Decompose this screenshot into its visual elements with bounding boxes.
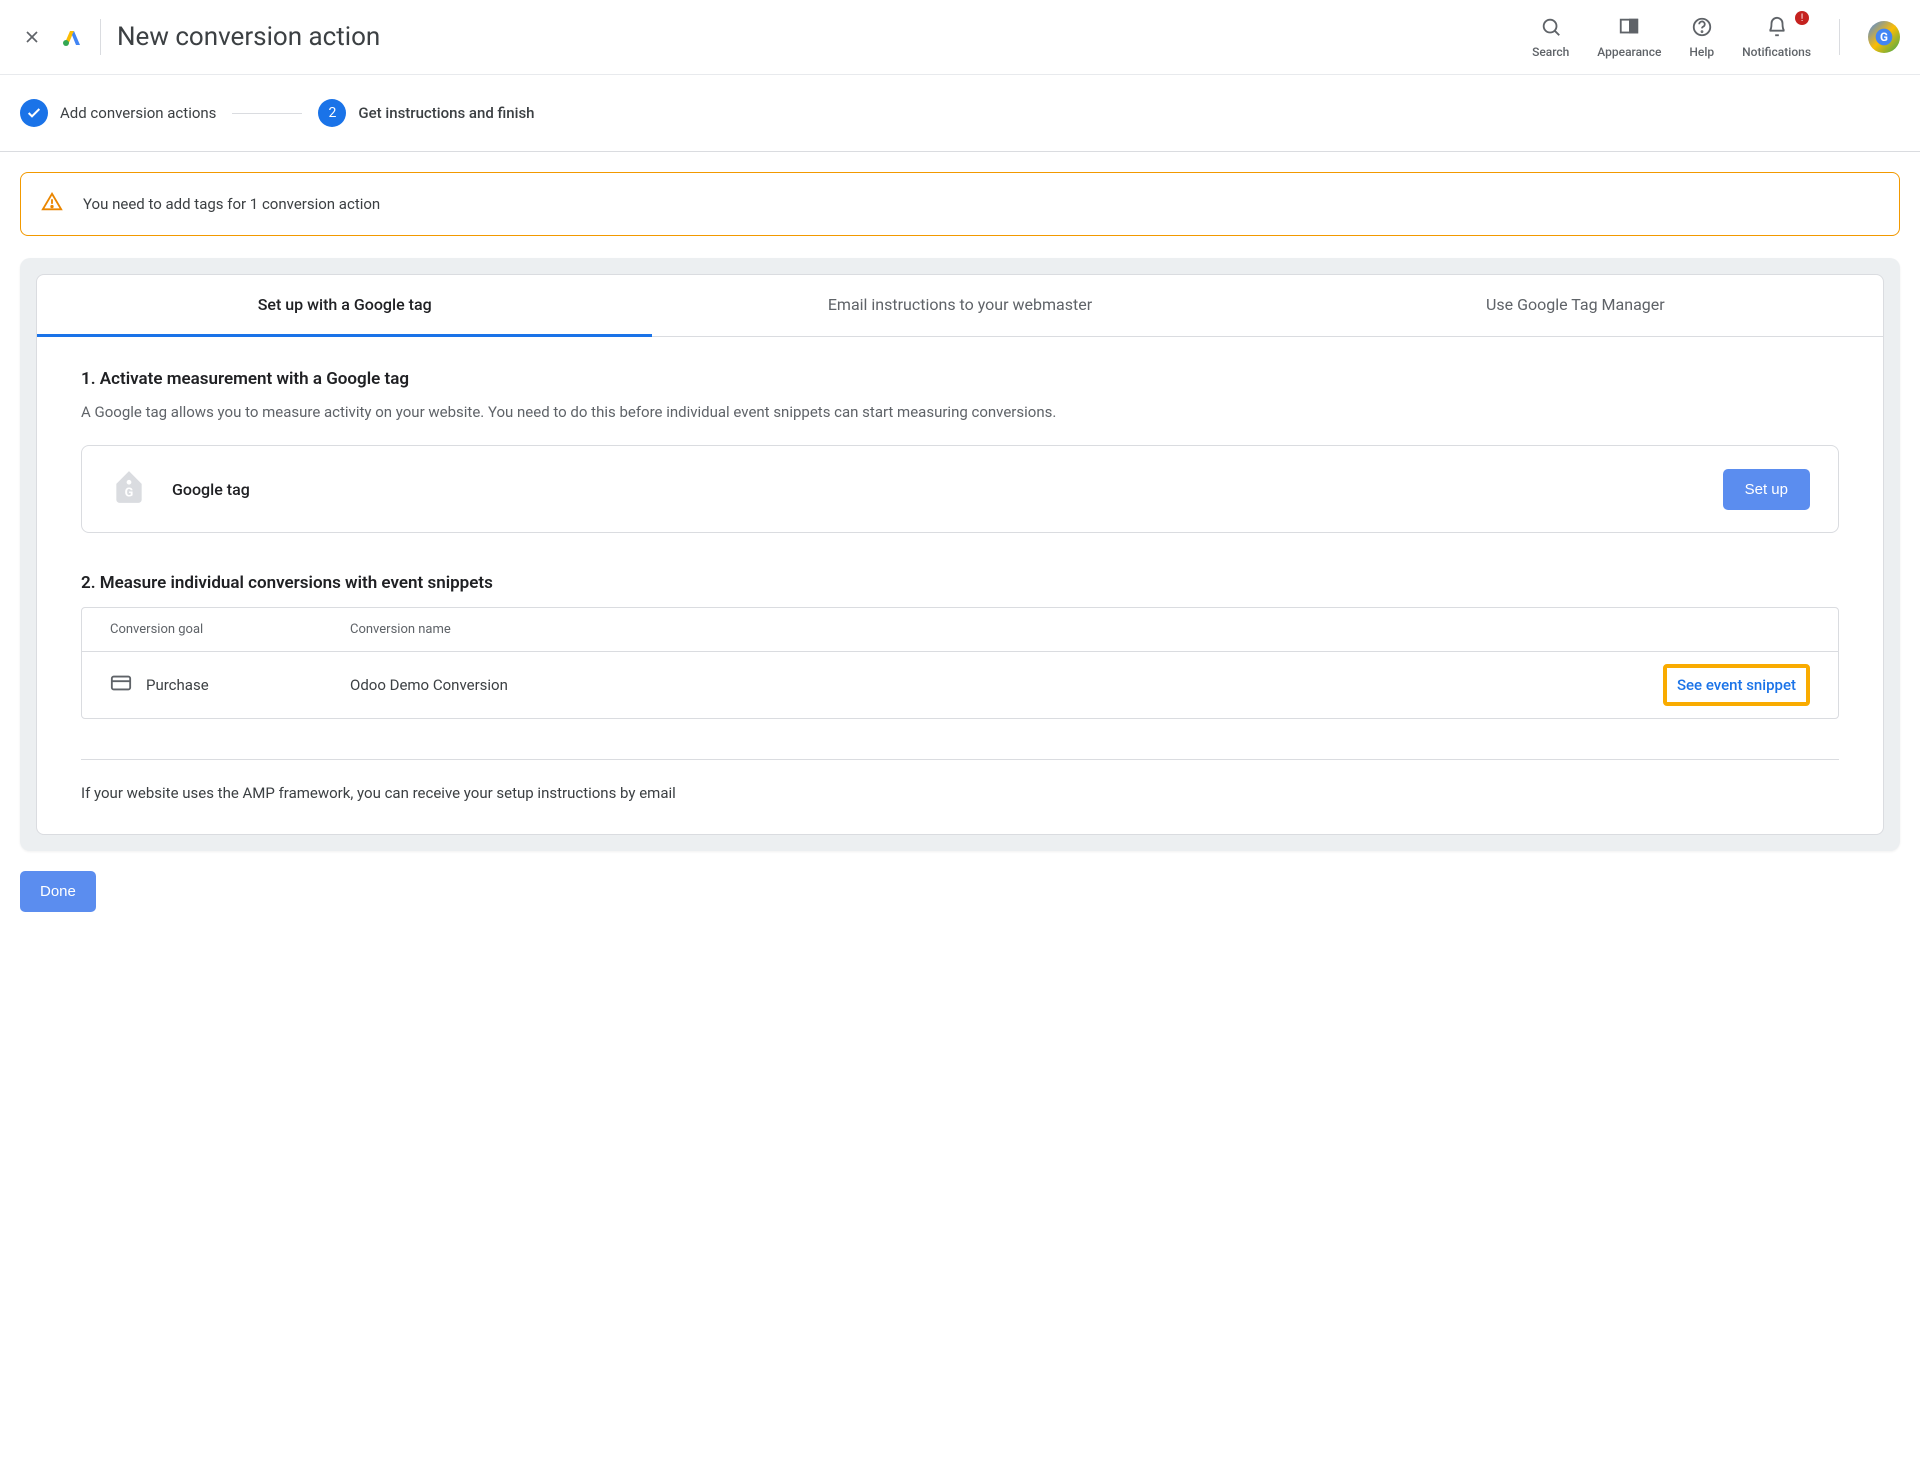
search-label: Search	[1532, 45, 1569, 59]
goal-text: Purchase	[146, 676, 209, 694]
close-button[interactable]	[20, 25, 44, 49]
user-avatar[interactable]: G	[1868, 21, 1900, 53]
avatar-icon: G	[1874, 27, 1894, 47]
td-goal: Purchase	[110, 672, 350, 698]
tab-gtm[interactable]: Use Google Tag Manager	[1268, 275, 1883, 336]
content: You need to add tags for 1 conversion ac…	[0, 152, 1920, 932]
done-button[interactable]: Done	[20, 871, 96, 912]
check-icon	[26, 105, 42, 121]
tab-email[interactable]: Email instructions to your webmaster	[652, 275, 1267, 336]
amp-note: If your website uses the AMP framework, …	[81, 784, 1839, 802]
search-action[interactable]: Search	[1532, 15, 1569, 59]
tabs: Set up with a Google tag Email instructi…	[37, 275, 1883, 337]
help-action[interactable]: Help	[1689, 15, 1714, 59]
td-name: Odoo Demo Conversion	[350, 676, 1663, 694]
tab-google-tag[interactable]: Set up with a Google tag	[37, 275, 652, 337]
tag-icon: G	[110, 468, 148, 510]
header: New conversion action Search Appearance …	[0, 0, 1920, 75]
alert-banner: You need to add tags for 1 conversion ac…	[20, 172, 1900, 236]
stepper: Add conversion actions 2 Get instruction…	[0, 75, 1920, 152]
svg-text:G: G	[1880, 30, 1888, 44]
step-2-circle: 2	[318, 99, 346, 127]
credit-card-icon	[110, 672, 132, 698]
help-label: Help	[1689, 45, 1714, 59]
divider	[100, 19, 101, 55]
step-1[interactable]: Add conversion actions	[20, 99, 216, 127]
notifications-action[interactable]: ! Notifications	[1742, 15, 1811, 59]
see-event-snippet-link[interactable]: See event snippet	[1663, 664, 1810, 706]
google-ads-logo-icon	[60, 25, 84, 49]
setup-button[interactable]: Set up	[1723, 469, 1810, 510]
table-row: Purchase Odoo Demo Conversion See event …	[82, 652, 1838, 718]
step-1-label: Add conversion actions	[60, 104, 216, 122]
section-1-desc: A Google tag allows you to measure activ…	[81, 403, 1839, 421]
step-connector	[232, 113, 302, 114]
header-right: Search Appearance Help ! Notifications G	[1532, 15, 1900, 59]
notification-badge: !	[1795, 11, 1809, 25]
conversions-table: Conversion goal Conversion name Purchase…	[81, 607, 1839, 719]
step-2: 2 Get instructions and finish	[318, 99, 534, 127]
table-header: Conversion goal Conversion name	[82, 608, 1838, 652]
alert-text: You need to add tags for 1 conversion ac…	[83, 195, 380, 213]
step-2-label: Get instructions and finish	[358, 104, 534, 122]
notifications-label: Notifications	[1742, 45, 1811, 59]
td-action: See event snippet	[1663, 676, 1810, 694]
divider	[81, 759, 1839, 760]
google-tag-box: G Google tag Set up	[81, 445, 1839, 533]
th-goal: Conversion goal	[110, 622, 350, 637]
appearance-label: Appearance	[1597, 45, 1661, 59]
section-1-title: 1. Activate measurement with a Google ta…	[81, 369, 1839, 389]
search-icon	[1539, 15, 1563, 39]
th-name: Conversion name	[350, 622, 1810, 637]
close-icon	[22, 27, 42, 47]
bell-icon	[1765, 15, 1789, 39]
warning-icon	[41, 191, 63, 217]
appearance-action[interactable]: Appearance	[1597, 15, 1661, 59]
page-title: New conversion action	[117, 22, 380, 52]
card-body: 1. Activate measurement with a Google ta…	[37, 337, 1883, 834]
google-tag-label: Google tag	[172, 480, 250, 499]
appearance-icon	[1617, 15, 1641, 39]
header-left: New conversion action	[20, 19, 380, 55]
step-1-circle	[20, 99, 48, 127]
help-icon	[1690, 15, 1714, 39]
main-card: Set up with a Google tag Email instructi…	[36, 274, 1884, 835]
card-outer: Set up with a Google tag Email instructi…	[20, 258, 1900, 851]
svg-text:G: G	[125, 486, 134, 501]
section-2-title: 2. Measure individual conversions with e…	[81, 573, 1839, 593]
divider	[1839, 19, 1840, 55]
